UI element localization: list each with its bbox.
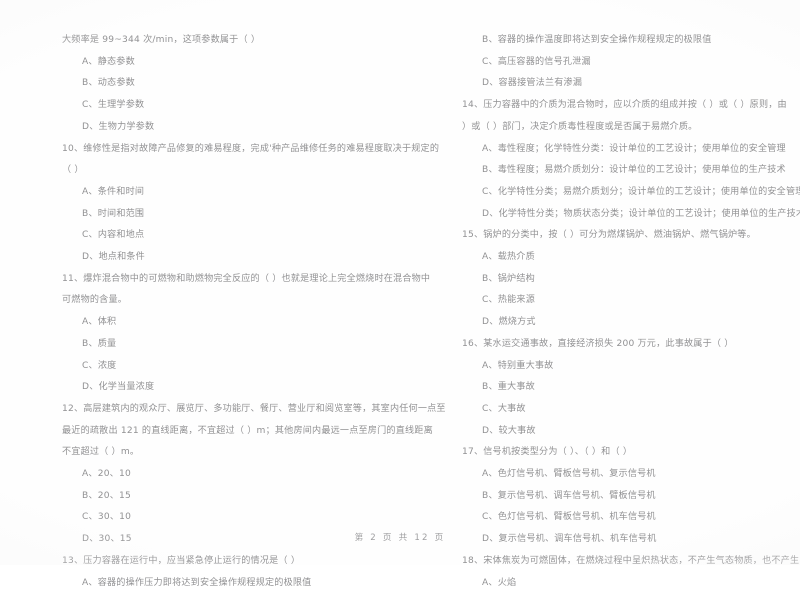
question-text-line: 可燃物的含量。 xyxy=(62,295,128,306)
question-text-line: A、体积 xyxy=(82,317,117,328)
question-text-line: 16、某水运交通事故，直接经济损失 200 万元，此事故属于（ ） xyxy=(462,338,734,349)
question-text-line: C、30、10 xyxy=(82,512,132,523)
question-text-line: A、色灯信号机、臂板信号机、复示信号机 xyxy=(482,469,656,480)
question-text-line: C、色灯信号机、臂板信号机、机车信号机 xyxy=(482,512,656,523)
question-text-line: 12、高层建筑内的观众厅、展览厅、多功能厅、餐厅、营业厅和阅览室等，其室内任何一… xyxy=(62,403,446,414)
question-text-line: 11、爆炸混合物中的可燃物和助燃物完全反应的（ ）也就是理论上完全燃烧时在混合物… xyxy=(62,273,431,284)
question-text-line: C、化学特性分类；易燃介质划分；设计单位的工艺设计；使用单位的安全管理 xyxy=(482,186,800,197)
question-text-line: C、内容和地点 xyxy=(82,230,145,241)
question-text-line: 15、锅炉的分类中，按（ ）可分为燃煤锅炉、燃油锅炉、燃气锅炉等。 xyxy=(462,230,756,241)
question-text-line: 13、压力容器在运行中，应当紧急停止运行的情况是（ ） xyxy=(62,555,301,566)
question-text-line: D、化学特性分类；物质状态分类；设计单位的工艺设计；使用单位的生产技术 xyxy=(482,208,800,219)
question-text-line: A、20、10 xyxy=(82,469,131,480)
question-text-line: 10、维修性是指对故障产品修复的难易程度，完成'种产品维修任务的难易程度取决于规… xyxy=(62,143,440,154)
question-text-line: A、火焰 xyxy=(482,577,517,588)
scanned-page: 大频率是 99~344 次/min，这项参数属于（ ） A、静态参数 B、动态参数 C… xyxy=(0,0,800,588)
question-text-line: D、生物力学参数 xyxy=(82,121,155,132)
question-text-line: A、特别重大事故 xyxy=(482,360,554,371)
question-text-line: D、化学当量浓度 xyxy=(82,382,155,393)
two-column-body: 大频率是 99~344 次/min，这项参数属于（ ） A、静态参数 B、动态参数 C… xyxy=(0,30,800,588)
question-text-line: B、锅炉结构 xyxy=(482,273,535,284)
question-text-line: C、高压容器的信号孔泄漏 xyxy=(482,56,591,67)
question-text-line: 最近的疏散出 121 的直线距离，不宜超过（ ）m；其他房间内最远一点至房门的直… xyxy=(62,425,433,436)
page-footer: 第 2 页 共 12 页 xyxy=(354,533,446,543)
left-column: 大频率是 99~344 次/min，这项参数属于（ ） A、静态参数 B、动态参数 C… xyxy=(0,30,446,588)
question-text-line: 18、宋体焦炭为可燃固体，在燃烧过程中呈炽热状态，不产生气态物质，也不产生（ ） xyxy=(462,555,800,566)
question-text-line: B、时间和范围 xyxy=(82,208,145,219)
question-text-line: D、较大事故 xyxy=(482,425,536,436)
right-column: B、容器的操作温度即将达到安全操作规程规定的极限值 C、高压容器的信号孔泄漏 D、容… xyxy=(400,30,800,588)
question-text-line: C、生理学参数 xyxy=(82,100,145,111)
question-text-line: A、毒性程度；化学特性分类：设计单位的工艺设计；使用单位的安全管理 xyxy=(482,143,786,154)
question-text-line: C、浓度 xyxy=(82,360,117,371)
question-text-line: （ ） xyxy=(62,165,84,176)
question-text-line: B、20、15 xyxy=(82,490,131,501)
question-text-line: D、地点和条件 xyxy=(82,252,145,263)
question-text-line: ）或（ ）部门，决定介质毒性程度或是否属于易燃介质。 xyxy=(462,121,698,132)
question-text-line: B、容器的操作温度即将达到安全操作规程规定的极限值 xyxy=(482,35,712,45)
question-text-line: A、容器的操作压力即将达到安全操作规程规定的极限值 xyxy=(82,577,312,588)
question-text-line: C、大事故 xyxy=(482,403,526,414)
question-text-line: 大频率是 99~344 次/min，这项参数属于（ ） xyxy=(62,35,261,45)
question-text-line: D、容器接管法兰有渗漏 xyxy=(482,78,583,89)
question-text-line: 不宜超过（ ）m。 xyxy=(62,447,140,458)
question-text-line: A、载热介质 xyxy=(482,252,535,263)
question-text-line: A、条件和时间 xyxy=(82,186,145,197)
question-text-line: 17、信号机按类型分为（ ）、（ ）和（ ） xyxy=(462,447,633,458)
question-text-line: B、重大事故 xyxy=(482,382,535,393)
question-text-line: B、复示信号机、调车信号机、臂板信号机 xyxy=(482,490,656,501)
question-text-line: A、静态参数 xyxy=(82,56,135,67)
question-text-line: C、热能来源 xyxy=(482,295,536,306)
question-text-line: 14、压力容器中的介质为混合物时，应以介质的组成并按（ ）或（ ）原则，由 xyxy=(462,100,787,111)
question-text-line: B、动态参数 xyxy=(82,78,135,89)
question-text-line: B、质量 xyxy=(82,338,117,349)
question-text-line: B、毒性程度；易燃介质划分：设计单位的工艺设计；使用单位的生产技术 xyxy=(482,165,786,176)
question-text-line: D、燃烧方式 xyxy=(482,317,536,328)
